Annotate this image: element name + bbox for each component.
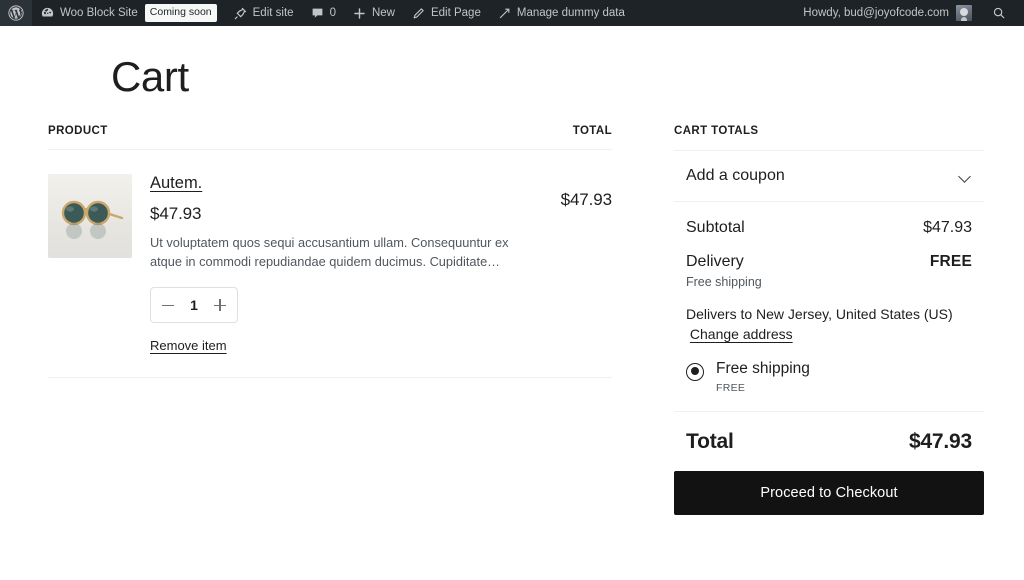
cart-page: Cart PRODUCT TOTAL — [0, 26, 1024, 580]
proceed-to-checkout-button[interactable]: Proceed to Checkout — [674, 471, 984, 515]
increase-quantity-button[interactable] — [212, 297, 228, 313]
comment-bubble-icon — [310, 6, 325, 21]
change-address-link[interactable]: Change address — [690, 326, 793, 342]
subtotal-row: Subtotal $47.93 — [674, 202, 984, 237]
site-name-label: Woo Block Site — [60, 7, 138, 19]
delivery-address-text: Delivers to New Jersey, United States (U… — [686, 306, 953, 322]
shipping-option-price: FREE — [716, 382, 810, 394]
subtotal-value: $47.93 — [923, 219, 972, 237]
quantity-stepper[interactable]: 1 — [150, 287, 238, 323]
subtotal-label: Subtotal — [686, 219, 745, 237]
delivery-row: Delivery FREE — [686, 253, 972, 271]
cart-items-column: PRODUCT TOTAL — [40, 125, 612, 378]
product-name-link[interactable]: Autem. — [150, 174, 202, 194]
edit-page-menu[interactable]: Edit Page — [403, 0, 489, 26]
product-unit-price: $47.93 — [150, 204, 547, 224]
edit-page-label: Edit Page — [431, 7, 481, 19]
pencil-icon — [411, 6, 426, 21]
product-thumbnail[interactable] — [48, 174, 132, 258]
shipping-option-radio[interactable] — [686, 363, 704, 381]
decrease-quantity-button[interactable] — [160, 297, 176, 313]
edit-site-label: Edit site — [253, 7, 294, 19]
pin-icon — [233, 6, 248, 21]
product-description: Ut voluptatem quos sequi accusantium ull… — [150, 233, 528, 271]
manage-dummy-data-menu[interactable]: Manage dummy data — [489, 0, 633, 26]
comments-count: 0 — [330, 7, 336, 19]
wp-admin-bar: Woo Block Site Coming soon Edit site 0 — [0, 0, 1024, 26]
cart-layout: PRODUCT TOTAL — [40, 125, 984, 515]
chevron-down-icon — [959, 170, 972, 183]
cart-totals-panel: CART TOTALS Add a coupon Subtotal $47.93… — [674, 125, 984, 515]
cart-table-header: PRODUCT TOTAL — [48, 125, 612, 150]
line-item-total: $47.93 — [547, 174, 612, 355]
wordpress-logo-icon — [8, 5, 24, 21]
grand-total-row: Total $47.93 — [674, 412, 984, 454]
delivery-label: Delivery — [686, 253, 744, 271]
plus-icon — [352, 6, 367, 21]
new-label: New — [372, 7, 395, 19]
comments-menu[interactable]: 0 — [302, 0, 344, 26]
wand-icon — [497, 6, 512, 21]
column-header-product: PRODUCT — [48, 125, 108, 137]
new-content-menu[interactable]: New — [344, 0, 403, 26]
admin-bar-left-group: Woo Block Site Coming soon Edit site 0 — [0, 0, 797, 26]
delivery-address: Delivers to New Jersey, United States (U… — [686, 304, 972, 345]
avatar-icon — [956, 5, 972, 21]
my-account-menu[interactable]: Howdy, bud@joyofcode.com — [797, 5, 978, 21]
dashboard-icon — [40, 6, 55, 21]
grand-total-value: $47.93 — [909, 430, 972, 454]
edit-site-menu[interactable]: Edit site — [225, 0, 302, 26]
shipping-option-name: Free shipping — [716, 360, 810, 377]
admin-bar-right-group: Howdy, bud@joyofcode.com — [797, 5, 1016, 21]
table-row: Autem. $47.93 Ut voluptatem quos sequi a… — [48, 150, 612, 378]
delivery-method-name: Free shipping — [686, 275, 972, 289]
wp-logo-menu[interactable] — [0, 0, 32, 26]
shipping-option[interactable]: Free shipping FREE — [686, 360, 972, 395]
quantity-value: 1 — [190, 297, 198, 313]
page-title: Cart — [40, 26, 984, 98]
add-coupon-toggle[interactable]: Add a coupon — [674, 151, 984, 202]
coming-soon-badge[interactable]: Coming soon — [145, 4, 217, 22]
product-details: Autem. $47.93 Ut voluptatem quos sequi a… — [132, 174, 547, 355]
grand-total-label: Total — [686, 430, 734, 454]
howdy-label: Howdy, bud@joyofcode.com — [803, 7, 949, 19]
search-icon[interactable] — [986, 6, 1012, 20]
delivery-section: Delivery FREE Free shipping Delivers to … — [674, 237, 984, 394]
remove-item-link[interactable]: Remove item — [150, 338, 227, 353]
cart-totals-heading: CART TOTALS — [674, 125, 984, 151]
column-header-total: TOTAL — [573, 125, 612, 137]
delivery-value: FREE — [930, 253, 972, 271]
site-name-menu[interactable]: Woo Block Site Coming soon — [32, 0, 225, 26]
manage-dummy-data-label: Manage dummy data — [517, 7, 625, 19]
shipping-option-text: Free shipping FREE — [716, 360, 810, 395]
page-container: Cart PRODUCT TOTAL — [0, 26, 1024, 515]
add-coupon-label: Add a coupon — [686, 167, 785, 185]
sunglasses-thumbnail — [48, 174, 132, 258]
